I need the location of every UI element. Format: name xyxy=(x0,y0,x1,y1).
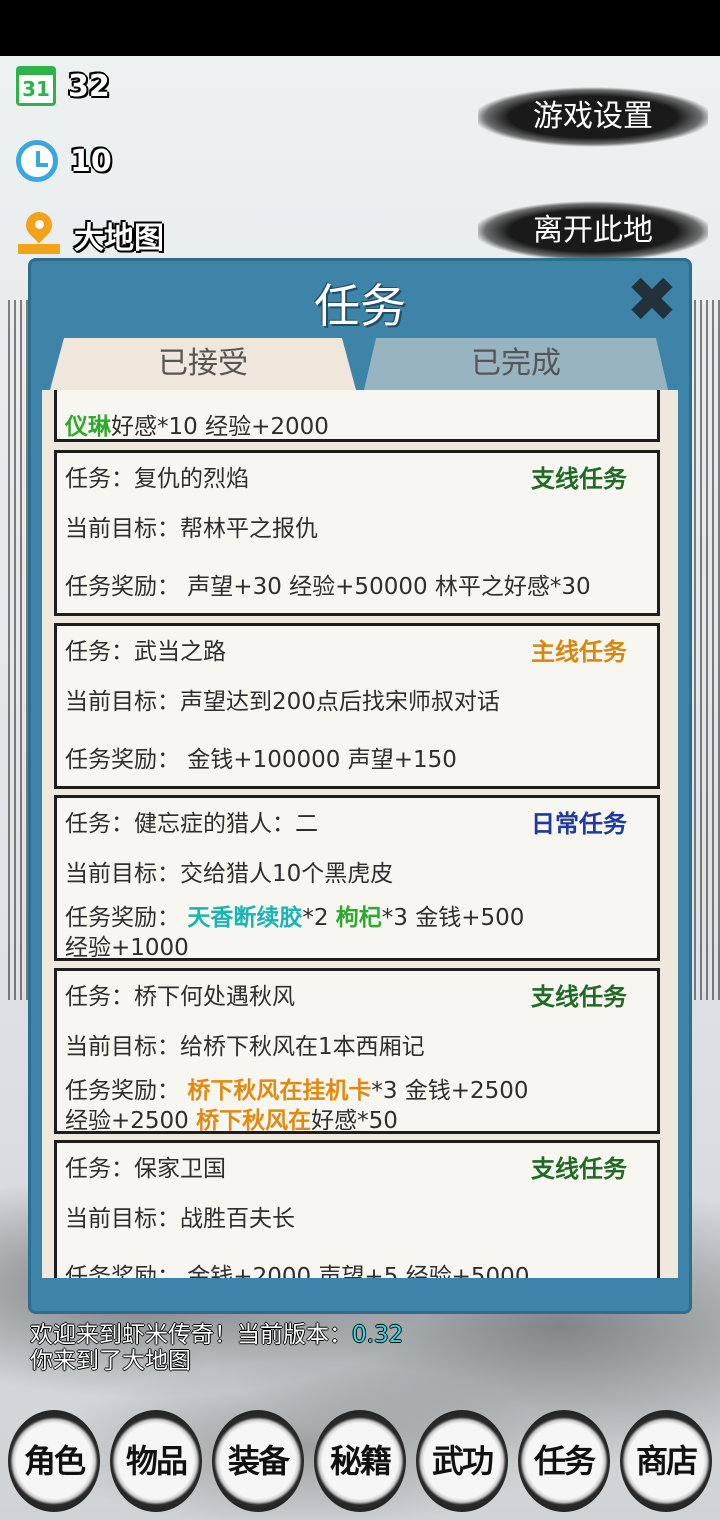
quest-card[interactable]: 任务：复仇的烈焰 支线任务 当前目标：帮林平之报仇 任务奖励： 声望+30 经验… xyxy=(54,450,660,616)
reward-text: *3 金钱+500 xyxy=(381,905,525,931)
leave-area-button[interactable]: 离开此地 xyxy=(478,200,708,262)
quest-goal: 当前目标：交给猎人10个黑虎皮 xyxy=(65,861,394,887)
quest-reward: 任务奖励： 金钱+2000 声望+5 经验+5000 xyxy=(65,1264,530,1278)
nav-quests-button[interactable]: 任务 xyxy=(518,1410,610,1512)
quest-name: 任务：武当之路 xyxy=(65,639,226,665)
quest-panel: 任务 ✖ 已接受 已完成 仪琳好感*10 经验+2000 任务：复仇的烈焰 支线… xyxy=(28,258,692,1314)
time-value: 10 xyxy=(70,143,112,179)
time-counter: 10 xyxy=(16,140,112,182)
quest-card[interactable]: 任务：桥下何处遇秋风 支线任务 当前目标：给桥下秋风在1本西厢记 任务奖励： 桥… xyxy=(54,968,660,1134)
nav-equipment-button[interactable]: 装备 xyxy=(212,1410,304,1512)
reward-item: 天香断续胶 xyxy=(187,905,303,931)
nav-shop-button[interactable]: 商店 xyxy=(620,1410,712,1512)
log-line: 欢迎来到虾米传奇！当前版本：0.32 xyxy=(30,1322,403,1348)
panel-title: 任务 xyxy=(314,279,406,333)
nav-martial-arts-button[interactable]: 武功 xyxy=(416,1410,508,1512)
nav-items-button[interactable]: 物品 xyxy=(110,1410,202,1512)
reward-text: 好感*10 经验+2000 xyxy=(111,414,329,440)
quest-goal: 当前目标：战胜百夫长 xyxy=(65,1206,295,1232)
quest-name: 任务：桥下何处遇秋风 xyxy=(65,984,295,1010)
quest-name: 任务：健忘症的猎人：二 xyxy=(65,811,318,837)
tab-completed[interactable]: 已完成 xyxy=(364,338,668,390)
welcome-text: 欢迎来到虾米传奇！当前版本： xyxy=(30,1322,352,1348)
quest-goal: 当前目标：给桥下秋风在1本西厢记 xyxy=(65,1034,425,1060)
reward-qty: *2 xyxy=(302,905,336,931)
quest-reward-line2: 经验+2500 桥下秋风在好感*50 xyxy=(65,1101,398,1135)
reward-npc-name: 仪琳 xyxy=(65,414,111,440)
reward-text: 好感*50 xyxy=(311,1108,398,1134)
quest-type-badge: 日常任务 xyxy=(531,810,627,838)
day-counter: 31 32 xyxy=(16,66,110,106)
location-pin-icon xyxy=(16,206,62,258)
day-value: 32 xyxy=(68,68,110,104)
quest-card[interactable]: 任务：健忘症的猎人：二 日常任务 当前目标：交给猎人10个黑虎皮 任务奖励： 天… xyxy=(54,795,660,961)
calendar-icon: 31 xyxy=(16,66,56,106)
quest-name: 任务：复仇的烈焰 xyxy=(65,466,249,492)
nav-label: 角色 xyxy=(23,1442,86,1480)
game-settings-button[interactable]: 游戏设置 xyxy=(478,86,708,148)
version-number: 0.32 xyxy=(352,1322,404,1348)
location-value: 大地图 xyxy=(74,221,164,256)
quest-card[interactable]: 任务：保家卫国 支线任务 当前目标：战胜百夫长 任务奖励： 金钱+2000 声望… xyxy=(54,1140,660,1278)
quest-reward: 仪琳好感*10 经验+2000 xyxy=(65,407,329,441)
quest-reward: 任务奖励： 金钱+100000 声望+150 xyxy=(65,747,457,773)
nav-character-button[interactable]: 角色 xyxy=(8,1410,100,1512)
quest-reward: 任务奖励： 天香断续胶*2 枸杞*3 金钱+500 xyxy=(65,898,524,932)
reward-item: 枸杞 xyxy=(335,905,382,931)
tab-accepted[interactable]: 已接受 xyxy=(50,338,356,390)
quest-list[interactable]: 仪琳好感*10 经验+2000 任务：复仇的烈焰 支线任务 当前目标：帮林平之报… xyxy=(42,390,678,1278)
quest-goal: 当前目标：声望达到200点后找宋师叔对话 xyxy=(65,689,500,715)
nav-label: 任务 xyxy=(533,1442,596,1480)
clock-icon xyxy=(16,140,58,182)
reward-npc-name: 桥下秋风在 xyxy=(196,1108,312,1134)
quest-card[interactable]: 任务：武当之路 主线任务 当前目标：声望达到200点后找宋师叔对话 任务奖励： … xyxy=(54,623,660,789)
quest-reward: 任务奖励： 桥下秋风在挂机卡*3 金钱+2500 xyxy=(65,1071,529,1105)
quest-reward-line2: 经验+1000 xyxy=(65,935,189,961)
nav-label: 装备 xyxy=(227,1442,290,1480)
close-icon[interactable]: ✖ xyxy=(624,269,680,331)
quest-reward: 任务奖励： 声望+30 经验+50000 林平之好感*30 xyxy=(65,574,591,600)
quest-type-badge: 支线任务 xyxy=(531,983,627,1011)
nav-label: 物品 xyxy=(125,1442,188,1480)
quest-type-badge: 支线任务 xyxy=(531,1155,627,1183)
quest-type-badge: 主线任务 xyxy=(531,638,627,666)
nav-label: 武功 xyxy=(431,1442,494,1480)
status-bar xyxy=(0,0,720,56)
quest-card[interactable]: 仪琳好感*10 经验+2000 xyxy=(54,390,660,442)
log-line: 你来到了大地图 xyxy=(30,1348,191,1374)
ink-trees-right xyxy=(690,300,720,1000)
quest-goal: 当前目标：帮林平之报仇 xyxy=(65,516,318,542)
location-indicator: 大地图 xyxy=(16,206,164,258)
quest-type-badge: 支线任务 xyxy=(531,465,627,493)
nav-manuals-button[interactable]: 秘籍 xyxy=(314,1410,406,1512)
nav-label: 商店 xyxy=(635,1442,698,1480)
reward-text: 经验+2500 xyxy=(65,1108,197,1134)
nav-label: 秘籍 xyxy=(329,1442,392,1480)
quest-name: 任务：保家卫国 xyxy=(65,1156,226,1182)
message-log: 欢迎来到虾米传奇！当前版本：0.32 你来到了大地图 xyxy=(30,1322,403,1374)
